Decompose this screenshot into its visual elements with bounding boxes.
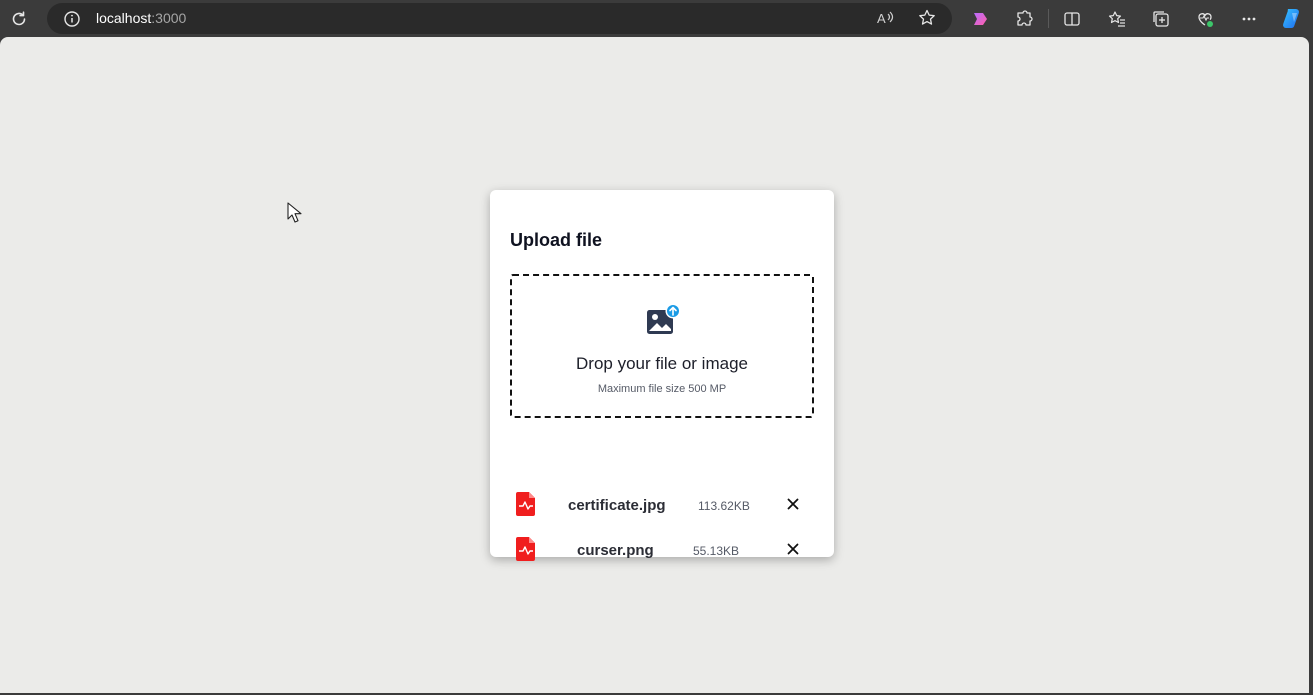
dropzone-size-limit: Maximum file size 500 MP	[597, 383, 727, 395]
remove-file-button[interactable]	[784, 495, 802, 513]
svg-text:A: A	[877, 11, 886, 26]
file-dropzone[interactable]: Drop your file or image Maximum file siz…	[510, 274, 814, 418]
upload-title: Upload file	[510, 230, 603, 250]
copilot-sidebar-icon[interactable]	[1278, 6, 1304, 32]
url-port: :3000	[151, 10, 187, 26]
file-list-item: certificate.jpg 113.62KB	[490, 489, 834, 523]
extensions-icon[interactable]	[1011, 6, 1037, 32]
file-name: curser.png	[577, 542, 654, 559]
mouse-cursor-icon	[287, 202, 303, 228]
file-size: 113.62KB	[698, 499, 750, 513]
page-viewport: Upload file Drop your file or image Maxi…	[0, 37, 1309, 693]
refresh-icon[interactable]	[6, 6, 32, 32]
file-document-icon	[515, 491, 537, 517]
image-upload-icon	[645, 302, 683, 338]
browser-toolbar: localhost:3000 A	[0, 0, 1313, 37]
file-size: 55.13KB	[693, 544, 740, 558]
info-icon[interactable]	[63, 10, 81, 28]
file-document-icon	[515, 536, 537, 562]
copilot-icon[interactable]	[967, 6, 993, 32]
file-list-item: curser.png 55.13KB	[490, 534, 834, 568]
address-bar[interactable]: localhost:3000 A	[47, 3, 952, 34]
remove-file-button[interactable]	[784, 540, 802, 558]
url-text[interactable]: localhost:3000	[96, 10, 186, 26]
read-aloud-icon[interactable]: A	[874, 6, 898, 30]
favorites-icon[interactable]	[1104, 6, 1130, 32]
upload-card: Upload file Drop your file or image Maxi…	[490, 190, 834, 561]
more-icon[interactable]	[1236, 6, 1262, 32]
url-host: localhost	[96, 10, 152, 26]
file-name: certificate.jpg	[568, 497, 666, 514]
split-screen-icon[interactable]	[1059, 6, 1085, 32]
favorite-star-icon[interactable]	[915, 6, 939, 30]
browser-essentials-icon[interactable]	[1192, 6, 1218, 32]
dropzone-text: Drop your file or image	[576, 354, 748, 373]
collections-icon[interactable]	[1148, 6, 1174, 32]
close-icon	[787, 498, 799, 510]
close-icon	[787, 543, 799, 555]
toolbar-separator	[1048, 9, 1049, 28]
